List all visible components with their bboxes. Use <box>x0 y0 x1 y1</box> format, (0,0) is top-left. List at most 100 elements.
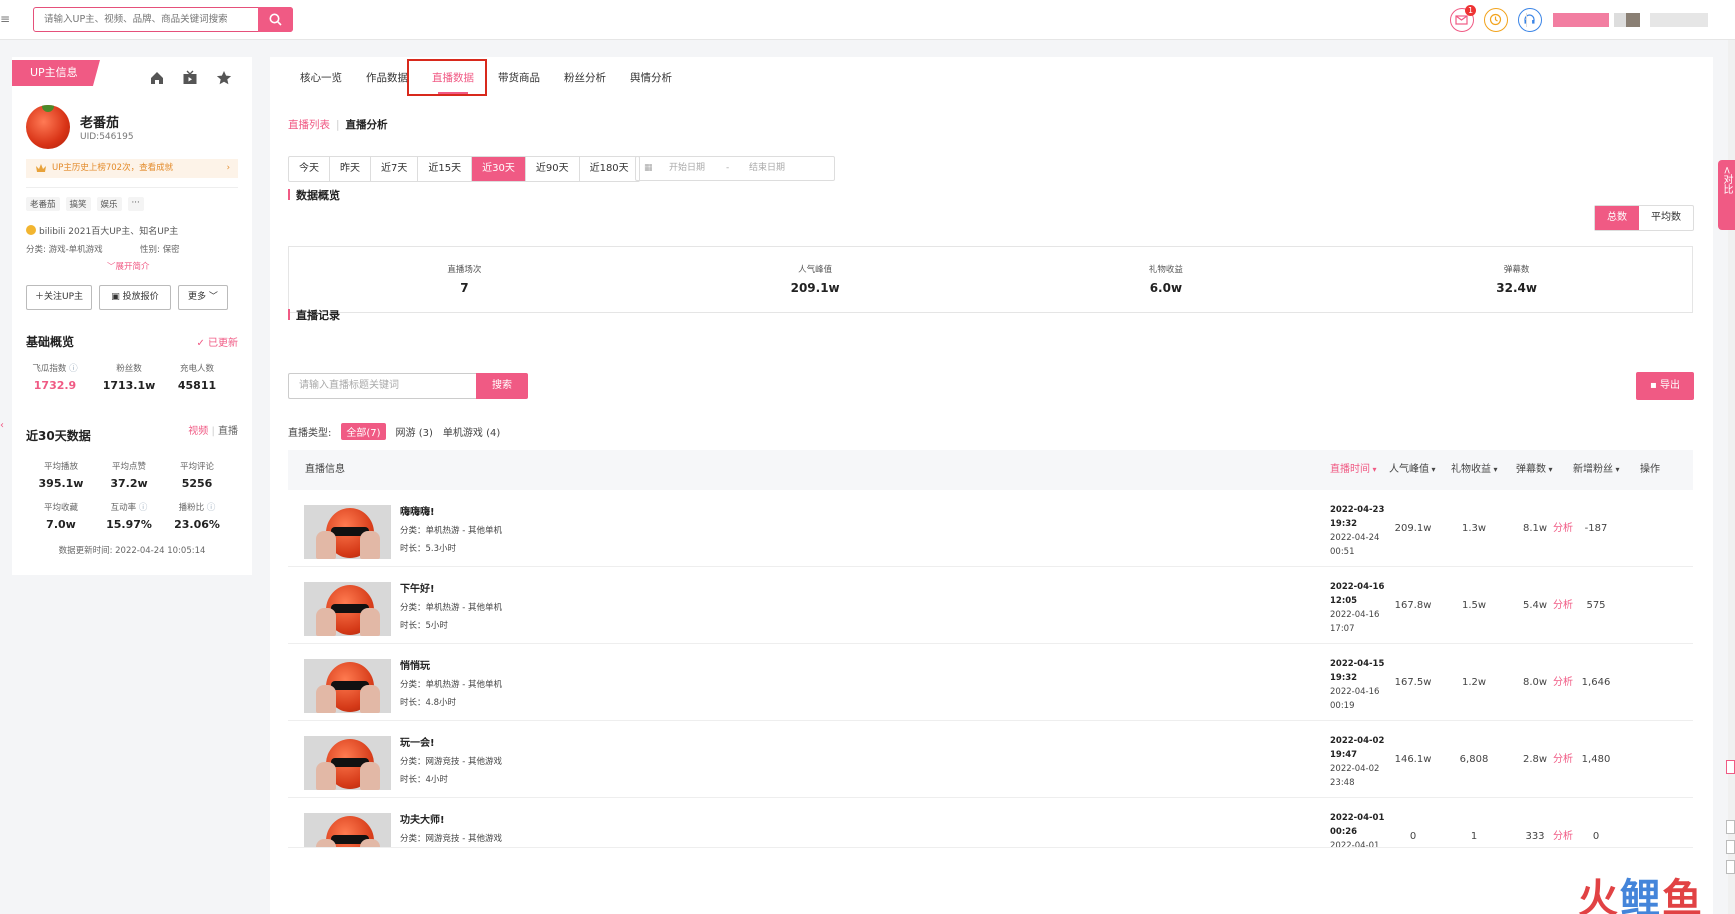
follow-label: 关注UP主 <box>44 292 84 302</box>
tab-goods[interactable]: 带货商品 <box>486 57 552 99</box>
compare-float-button[interactable]: <对比 <box>1718 160 1735 230</box>
end-time: 00:19 <box>1330 701 1355 711</box>
live-thumbnail[interactable] <box>304 505 391 559</box>
live-thumbnail[interactable] <box>304 736 391 790</box>
start-date[interactable]: 开始日期 <box>669 157 705 180</box>
range-today[interactable]: 今天 <box>289 157 330 181</box>
analyze-link[interactable]: 分析 <box>1553 721 1573 797</box>
tag-more[interactable]: ··· <box>127 197 144 211</box>
live-title[interactable]: 悄悄玩 <box>400 657 430 672</box>
tab-fans-analysis[interactable]: 粉丝分析 <box>552 57 618 99</box>
live-title[interactable]: 功夫大师! <box>400 811 445 826</box>
side-tool-button[interactable] <box>1726 820 1735 834</box>
history-ranking-banner[interactable]: UP主历史上榜702次，查看成就 › <box>26 159 238 178</box>
history-button[interactable] <box>1484 8 1508 32</box>
toggle-total[interactable]: 总数 <box>1595 206 1639 230</box>
subnav-live-analysis[interactable]: 直播分析 <box>346 119 388 131</box>
tab-video[interactable]: 视频 <box>188 426 208 437</box>
range-yesterday[interactable]: 昨天 <box>330 157 371 181</box>
range-7d[interactable]: 近7天 <box>371 157 419 181</box>
header-live-time[interactable]: 直播时间 <box>1330 450 1377 490</box>
basic-overview-title: 基础概览 <box>26 335 75 349</box>
chevron-left-icon[interactable]: ‹ <box>0 420 4 431</box>
quote-button[interactable]: ▣ 投放报价 <box>99 285 171 310</box>
award-icon <box>26 225 36 235</box>
range-30d[interactable]: 近30天 <box>472 157 526 181</box>
video-icon[interactable] <box>182 70 198 86</box>
side-tool-button[interactable] <box>1726 840 1735 854</box>
recent-30-days-title: 近30天数据 <box>26 429 91 443</box>
live-keyword-input[interactable]: 请输入直播标题关键词 <box>288 373 476 399</box>
stat-fans: 粉丝数 1713.1w <box>96 362 162 392</box>
live-title[interactable]: 下午好! <box>400 580 435 595</box>
expand-intro-link[interactable]: ﹀展开简介 <box>107 260 150 272</box>
update-time: 数据更新时间: 2022-04-24 10:05:14 <box>58 546 206 556</box>
header-peak[interactable]: 人气峰值 <box>1389 450 1436 490</box>
header-danmu[interactable]: 弹幕数 <box>1516 450 1553 490</box>
home-icon[interactable] <box>149 70 165 86</box>
search-input[interactable] <box>34 8 259 31</box>
header-gift[interactable]: 礼物收益 <box>1451 450 1498 490</box>
live-time: 2022-04-02 19:47 2022-04-02 23:48 <box>1330 734 1384 790</box>
menu-icon[interactable]: ≡ <box>0 12 10 26</box>
analyze-link[interactable]: 分析 <box>1553 798 1573 847</box>
type-all[interactable]: 全部(7) <box>341 423 386 440</box>
tag: 娱乐 <box>96 197 122 211</box>
user-info-blurred <box>1650 13 1708 27</box>
analyze-link[interactable]: 分析 <box>1553 567 1573 643</box>
analyze-link[interactable]: 分析 <box>1553 490 1573 566</box>
live-gift: 1.3w <box>1461 523 1487 534</box>
user-avatar-blurred[interactable] <box>1626 13 1640 27</box>
live-title[interactable]: 嗨嗨嗨! <box>400 503 435 518</box>
range-90d[interactable]: 近90天 <box>526 157 580 181</box>
table-row: 悄悄玩 分类：单机热游 - 其他单机 时长：4.8小时 2022-04-15 19:32… <box>288 644 1693 721</box>
range-180d[interactable]: 近180天 <box>580 157 639 181</box>
follow-up-button[interactable]: ＋关注UP主 <box>26 285 92 310</box>
overview-label: 直播场次 <box>447 265 482 275</box>
live-thumbnail[interactable] <box>304 813 391 847</box>
message-button[interactable]: 1 <box>1450 5 1476 32</box>
chevron-down-icon: ﹀ <box>107 262 116 272</box>
side-tool-button[interactable] <box>1726 860 1735 874</box>
subnav-live-list[interactable]: 直播列表 <box>288 119 330 131</box>
star-icon[interactable] <box>216 70 232 86</box>
live-time: 2022-04-16 12:05 2022-04-16 17:07 <box>1330 580 1384 636</box>
tab-core-overview[interactable]: 核心一览 <box>288 57 354 99</box>
live-time: 2022-04-01 00:26 2022-04-01 <box>1330 811 1384 847</box>
recent-tabs: 视频 | 直播 <box>188 426 238 437</box>
gender-text: 性别: 保密 <box>140 245 180 255</box>
user-name-blurred <box>1553 13 1609 27</box>
date-picker[interactable]: ▦ 开始日期 - 结束日期 <box>635 156 835 181</box>
live-search-button[interactable]: 搜索 <box>476 373 528 399</box>
stat-play-fans-ratio: 播粉比 ⓘ 23.06% <box>164 501 230 531</box>
support-button[interactable] <box>1518 8 1542 32</box>
tab-sentiment-analysis[interactable]: 舆情分析 <box>618 57 684 99</box>
search-button[interactable] <box>258 7 293 32</box>
header-operation: 操作 <box>1640 464 1660 475</box>
live-thumbnail[interactable] <box>304 659 391 713</box>
tab-live[interactable]: 直播 <box>218 426 238 437</box>
info-icon[interactable]: ⓘ <box>139 503 148 513</box>
crown-icon <box>36 164 46 172</box>
plus-icon: ＋ <box>34 292 44 302</box>
overview-peak: 人气峰值 209.1w <box>640 247 991 312</box>
up-info-panel: UP主信息 老番茄 UID:546195 UP主历史上榜702次，查看成就 › … <box>12 57 252 575</box>
stat-value: 7.0w <box>46 518 76 531</box>
live-title[interactable]: 玩一会! <box>400 734 435 749</box>
stat-avg-play: 平均播放 395.1w <box>28 460 94 490</box>
toggle-average[interactable]: 平均数 <box>1639 206 1693 230</box>
more-button[interactable]: 更多 ﹀ <box>178 285 228 310</box>
stat-avg-favorite: 平均收藏 7.0w <box>28 501 94 531</box>
info-icon[interactable]: ⓘ <box>207 503 216 513</box>
end-date[interactable]: 结束日期 <box>749 157 785 180</box>
range-15d[interactable]: 近15天 <box>418 157 473 181</box>
analyze-link[interactable]: 分析 <box>1553 644 1573 720</box>
header-new-fans[interactable]: 新增粉丝 <box>1573 450 1620 490</box>
export-button[interactable]: ▪ 导出 <box>1636 372 1694 400</box>
side-tool-button[interactable] <box>1726 760 1735 774</box>
live-gift: 6,808 <box>1459 754 1489 765</box>
type-single-game[interactable]: 单机游戏 (4) <box>443 424 500 439</box>
live-thumbnail[interactable] <box>304 582 391 636</box>
type-online-game[interactable]: 网游 (3) <box>396 424 433 439</box>
info-icon[interactable]: ⓘ <box>69 364 78 374</box>
